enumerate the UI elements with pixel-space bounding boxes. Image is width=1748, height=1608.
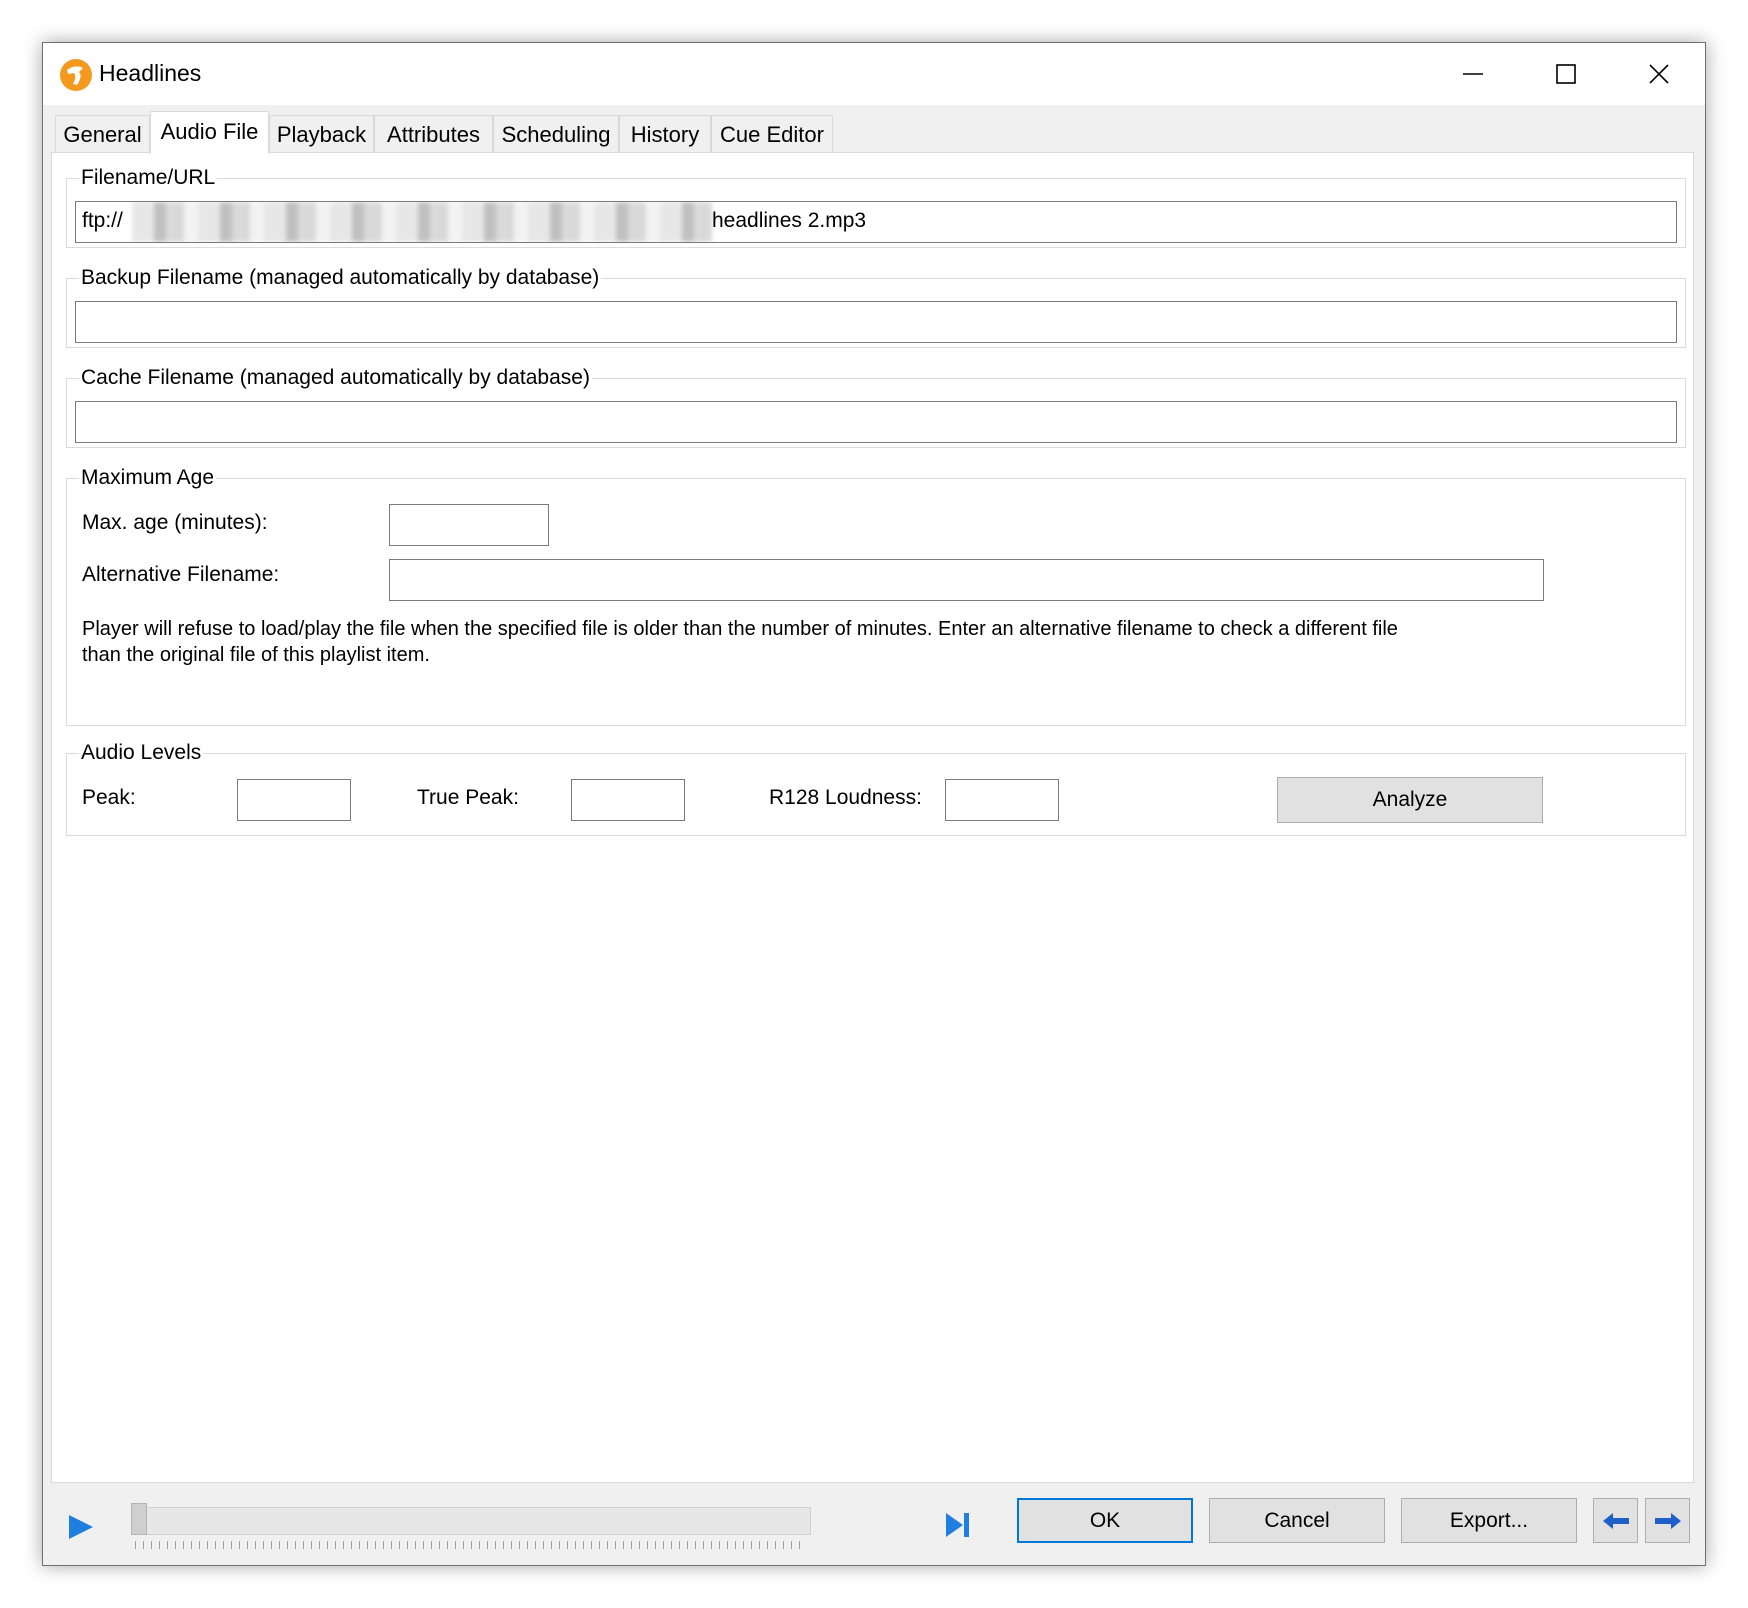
play-icon[interactable] <box>67 1513 95 1541</box>
previous-item-button[interactable] <box>1593 1498 1638 1543</box>
cancel-button[interactable]: Cancel <box>1209 1498 1385 1543</box>
skip-next-icon[interactable] <box>945 1511 971 1539</box>
tab-general[interactable]: General <box>55 115 150 152</box>
max-age-description: Player will refuse to load/play the file… <box>82 618 1398 666</box>
max-age-label: Max. age (minutes): <box>82 511 268 534</box>
minimize-icon <box>1463 73 1483 75</box>
cache-filename-legend: Cache Filename (managed automatically by… <box>79 364 592 392</box>
close-icon <box>1649 64 1669 84</box>
maximize-icon <box>1556 64 1576 84</box>
dialog-window: Headlines General Audio File Playback At… <box>42 42 1706 1566</box>
arrow-left-icon <box>1603 1513 1629 1529</box>
true-peak-input[interactable] <box>571 779 685 821</box>
ok-button[interactable]: OK <box>1017 1498 1193 1543</box>
backup-filename-input[interactable] <box>75 301 1677 343</box>
filename-suffix: headlines 2.mp3 <box>712 209 867 232</box>
title-bar: Headlines <box>43 43 1705 105</box>
tab-attributes[interactable]: Attributes <box>374 115 493 152</box>
arrow-right-icon <box>1655 1513 1681 1529</box>
tab-cue-editor[interactable]: Cue Editor <box>711 115 833 152</box>
filename-group: Filename/URL ftp:// headlines 2.mp3 <box>66 164 1686 248</box>
minimize-button[interactable] <box>1427 43 1519 105</box>
seek-ticks <box>135 1541 807 1549</box>
alternative-filename-label: Alternative Filename: <box>82 563 280 586</box>
maximize-button[interactable] <box>1520 43 1612 105</box>
app-logo-icon <box>60 59 92 91</box>
alternative-filename-input[interactable] <box>389 559 1544 601</box>
export-button[interactable]: Export... <box>1401 1498 1577 1543</box>
peak-label: Peak: <box>82 786 136 809</box>
audio-levels-legend: Audio Levels <box>79 739 204 767</box>
seek-track[interactable] <box>131 1507 811 1535</box>
true-peak-label: True Peak: <box>417 786 519 809</box>
filename-input[interactable]: ftp:// headlines 2.mp3 <box>75 201 1677 243</box>
audio-file-panel: Filename/URL ftp:// headlines 2.mp3 Backu… <box>51 152 1694 1483</box>
window-title: Headlines <box>99 60 202 86</box>
maximum-age-group: Maximum Age Max. age (minutes): Alternat… <box>66 464 1686 726</box>
maximum-age-legend: Maximum Age <box>79 464 217 492</box>
tab-audio-file[interactable]: Audio File <box>150 111 269 154</box>
filename-prefix: ftp:// <box>82 209 123 232</box>
footer-bar: OK Cancel Export... <box>43 1483 1705 1565</box>
tab-playback[interactable]: Playback <box>269 115 374 152</box>
audio-levels-group: Audio Levels Peak: True Peak: R128 Loudn… <box>66 739 1686 836</box>
analyze-button[interactable]: Analyze <box>1277 777 1543 823</box>
backup-filename-group: Backup Filename (managed automatically b… <box>66 264 1686 348</box>
cache-filename-group: Cache Filename (managed automatically by… <box>66 364 1686 448</box>
r128-loudness-input[interactable] <box>945 779 1059 821</box>
redacted-area <box>132 202 712 242</box>
close-button[interactable] <box>1613 43 1705 105</box>
seek-slider-thumb[interactable] <box>131 1503 147 1535</box>
cache-filename-input[interactable] <box>75 401 1677 443</box>
r128-loudness-label: R128 Loudness: <box>769 786 922 809</box>
tab-history[interactable]: History <box>619 115 711 152</box>
max-age-input[interactable] <box>389 504 549 546</box>
peak-input[interactable] <box>237 779 351 821</box>
backup-filename-legend: Backup Filename (managed automatically b… <box>79 264 602 292</box>
next-item-button[interactable] <box>1645 1498 1690 1543</box>
filename-legend: Filename/URL <box>79 164 218 192</box>
tab-scheduling[interactable]: Scheduling <box>493 115 619 152</box>
